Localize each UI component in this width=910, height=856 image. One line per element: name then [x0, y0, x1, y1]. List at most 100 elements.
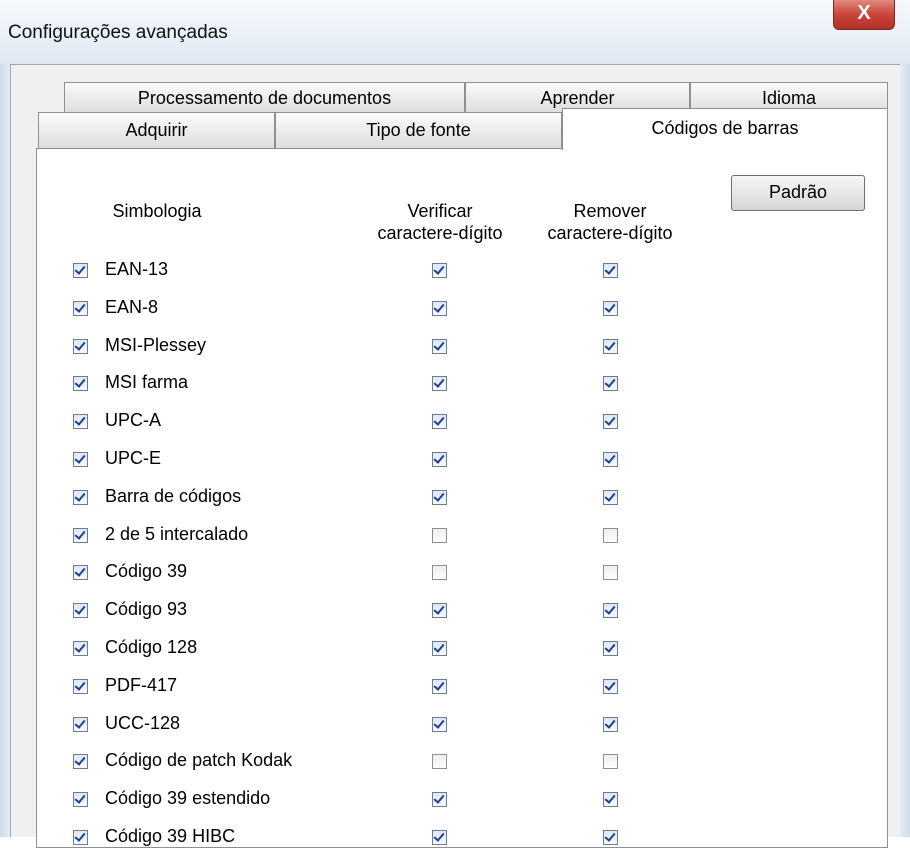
close-icon: X [857, 2, 871, 24]
enable-symbology-checkbox[interactable] [73, 792, 88, 807]
remove-check-digit-checkbox[interactable] [603, 339, 618, 354]
symbology-row: MSI-Plessey [0, 329, 910, 365]
symbology-label[interactable]: Código 128 [105, 637, 197, 658]
symbology-row: Código 39 estendido [0, 782, 910, 818]
remove-check-digit-checkbox[interactable] [603, 603, 618, 618]
column-header-remove: Remover caractere-dígito [525, 200, 695, 244]
enable-symbology-checkbox[interactable] [73, 339, 88, 354]
verify-check-digit-checkbox[interactable] [432, 452, 447, 467]
verify-check-digit-checkbox[interactable] [432, 603, 447, 618]
enable-symbology-checkbox[interactable] [73, 263, 88, 278]
verify-check-digit-checkbox[interactable] [432, 490, 447, 505]
symbology-label[interactable]: Código 93 [105, 599, 187, 620]
verify-check-digit-checkbox[interactable] [432, 339, 447, 354]
remove-check-digit-checkbox[interactable] [603, 528, 618, 543]
symbology-row: PDF-417 [0, 669, 910, 705]
symbology-label[interactable]: MSI-Plessey [105, 335, 206, 356]
header-line: Remover [573, 201, 647, 221]
remove-check-digit-checkbox[interactable] [603, 414, 618, 429]
tab-label: Tipo de fonte [366, 120, 471, 140]
remove-check-digit-checkbox[interactable] [603, 792, 618, 807]
symbology-label[interactable]: Código 39 [105, 561, 187, 582]
symbology-row: Código 39 [0, 555, 910, 591]
verify-check-digit-checkbox[interactable] [432, 301, 447, 316]
enable-symbology-checkbox[interactable] [73, 830, 88, 845]
tab-document-processing[interactable]: Processamento de documentos [64, 82, 465, 112]
tab-acquire[interactable]: Adquirir [38, 112, 275, 148]
enable-symbology-checkbox[interactable] [73, 528, 88, 543]
symbology-row: EAN-8 [0, 291, 910, 327]
symbology-row: Código de patch Kodak [0, 744, 910, 780]
symbology-label[interactable]: 2 de 5 intercalado [105, 524, 248, 545]
verify-check-digit-checkbox[interactable] [432, 792, 447, 807]
verify-check-digit-checkbox[interactable] [432, 830, 447, 845]
remove-check-digit-checkbox[interactable] [603, 263, 618, 278]
enable-symbology-checkbox[interactable] [73, 452, 88, 467]
verify-check-digit-checkbox[interactable] [432, 376, 447, 391]
verify-check-digit-checkbox[interactable] [432, 528, 447, 543]
tab-label: Códigos de barras [651, 118, 799, 138]
default-button[interactable]: Padrão [731, 175, 865, 211]
symbology-row: Barra de códigos [0, 480, 910, 516]
symbology-label[interactable]: Código 39 estendido [105, 788, 270, 809]
column-header-symbology: Simbologia [112, 201, 202, 221]
enable-symbology-checkbox[interactable] [73, 376, 88, 391]
verify-check-digit-checkbox[interactable] [432, 641, 447, 656]
remove-check-digit-checkbox[interactable] [603, 717, 618, 732]
remove-check-digit-checkbox[interactable] [603, 754, 618, 769]
symbology-label[interactable]: EAN-8 [105, 297, 158, 318]
symbology-row: Código 93 [0, 593, 910, 629]
title-bar[interactable]: Configurações avançadas X [0, 0, 910, 64]
tab-font-type[interactable]: Tipo de fonte [275, 112, 562, 148]
remove-check-digit-checkbox[interactable] [603, 452, 618, 467]
symbology-row: EAN-13 [0, 253, 910, 289]
remove-check-digit-checkbox[interactable] [603, 376, 618, 391]
verify-check-digit-checkbox[interactable] [432, 754, 447, 769]
symbology-label[interactable]: Código de patch Kodak [105, 750, 292, 771]
tab-barcodes[interactable]: Códigos de barras [562, 108, 888, 150]
symbology-label[interactable]: Barra de códigos [105, 486, 241, 507]
header-line: Verificar [407, 201, 473, 221]
enable-symbology-checkbox[interactable] [73, 717, 88, 732]
symbology-row: UPC-E [0, 442, 910, 478]
tab-label: Idioma [761, 88, 817, 108]
verify-check-digit-checkbox[interactable] [432, 679, 447, 694]
enable-symbology-checkbox[interactable] [73, 641, 88, 656]
symbology-label[interactable]: PDF-417 [105, 675, 177, 696]
enable-symbology-checkbox[interactable] [73, 603, 88, 618]
column-header-verify: Verificar caractere-dígito [355, 200, 525, 244]
symbology-label[interactable]: EAN-13 [105, 259, 168, 280]
enable-symbology-checkbox[interactable] [73, 301, 88, 316]
symbology-row: MSI farma [0, 366, 910, 402]
symbology-label[interactable]: UPC-A [105, 410, 161, 431]
tab-label: Adquirir [125, 120, 188, 140]
remove-check-digit-checkbox[interactable] [603, 830, 618, 845]
enable-symbology-checkbox[interactable] [73, 414, 88, 429]
enable-symbology-checkbox[interactable] [73, 565, 88, 580]
remove-check-digit-checkbox[interactable] [603, 679, 618, 694]
verify-check-digit-checkbox[interactable] [432, 263, 447, 278]
header-line: caractere-dígito [547, 223, 673, 243]
remove-check-digit-checkbox[interactable] [603, 641, 618, 656]
enable-symbology-checkbox[interactable] [73, 490, 88, 505]
tab-label: Aprender [540, 88, 615, 108]
symbology-row: Código 128 [0, 631, 910, 667]
symbology-label[interactable]: UCC-128 [105, 713, 180, 734]
close-button[interactable]: X [833, 0, 895, 30]
tab-label: Processamento de documentos [137, 88, 392, 108]
verify-check-digit-checkbox[interactable] [432, 414, 447, 429]
window-title: Configurações avançadas [8, 22, 228, 43]
enable-symbology-checkbox[interactable] [73, 679, 88, 694]
symbology-row: UPC-A [0, 404, 910, 440]
symbology-label[interactable]: UPC-E [105, 448, 161, 469]
enable-symbology-checkbox[interactable] [73, 754, 88, 769]
symbology-label[interactable]: MSI farma [105, 372, 188, 393]
remove-check-digit-checkbox[interactable] [603, 565, 618, 580]
remove-check-digit-checkbox[interactable] [603, 301, 618, 316]
header-line: caractere-dígito [377, 223, 503, 243]
remove-check-digit-checkbox[interactable] [603, 490, 618, 505]
symbology-row: 2 de 5 intercalado [0, 518, 910, 554]
verify-check-digit-checkbox[interactable] [432, 565, 447, 580]
verify-check-digit-checkbox[interactable] [432, 717, 447, 732]
symbology-row: UCC-128 [0, 707, 910, 743]
